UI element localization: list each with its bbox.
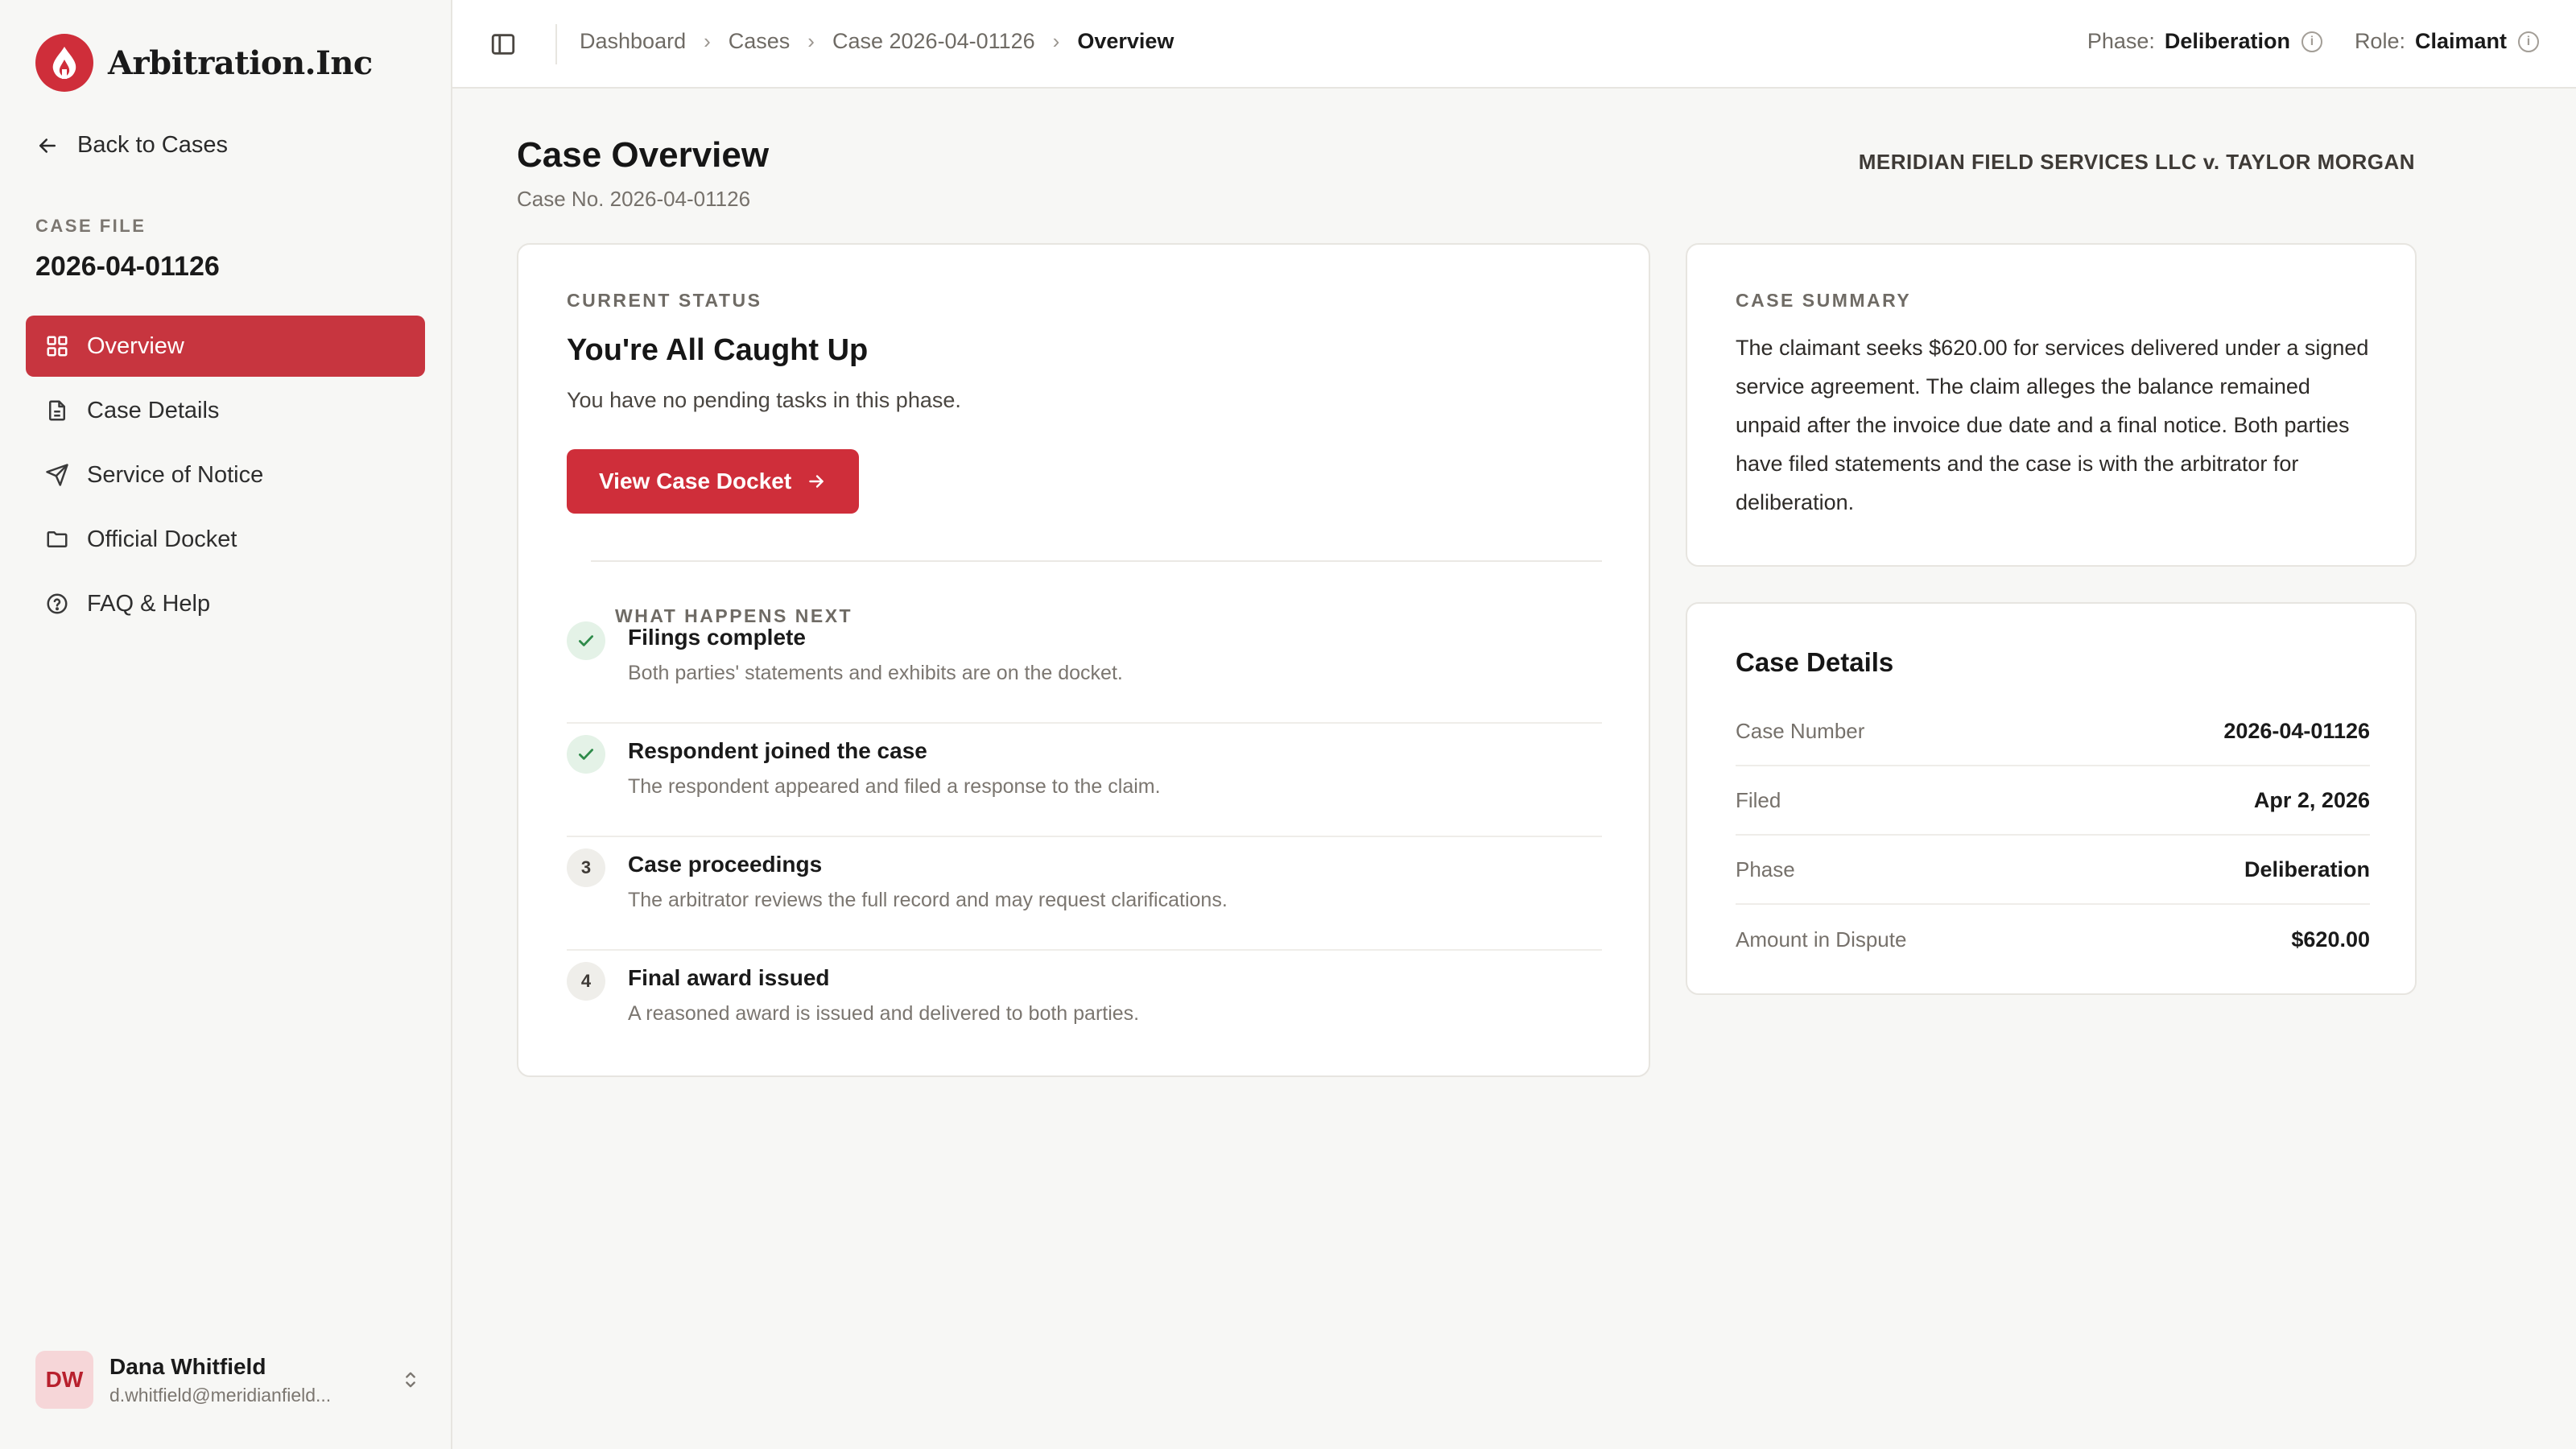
view-case-docket-label: View Case Docket <box>599 469 792 493</box>
case-file-label: CASE FILE <box>35 216 147 236</box>
detail-value: Deliberation <box>2244 857 2370 881</box>
list-item: 3 Case proceedings The arbitrator review… <box>567 837 1602 951</box>
case-details-card: Case Details Case Number 2026-04-01126 F… <box>1686 602 2417 995</box>
case-summary-text: The claimant seeks $620.00 for services … <box>1736 336 2369 514</box>
sidebar-nav: Overview Case Details Service of Notice … <box>26 316 425 638</box>
sidebar-item-label: Service of Notice <box>87 461 264 488</box>
detail-label: Phase <box>1736 857 1795 881</box>
current-status-card: CURRENT STATUS You're All Caught Up You … <box>517 243 1650 1077</box>
step-title: Case proceedings <box>628 852 823 877</box>
sidebar-item-service-of-notice[interactable]: Service of Notice <box>26 444 425 506</box>
detail-value: $620.00 <box>2291 927 2370 952</box>
breadcrumb-cases[interactable]: Cases <box>729 29 791 54</box>
sidebar-item-label: Overview <box>87 332 184 359</box>
send-icon <box>46 464 68 486</box>
sidebar-item-label: FAQ & Help <box>87 590 211 617</box>
phase-label: Phase: <box>2087 29 2155 53</box>
chevron-up-down-icon[interactable] <box>399 1368 422 1391</box>
step-title: Final award issued <box>628 965 830 990</box>
step-description: A reasoned award is issued and delivered… <box>628 1002 1140 1025</box>
user-menu[interactable]: DW Dana Whitfield d.whitfield@meridianfi… <box>35 1351 422 1409</box>
step-title: Respondent joined the case <box>628 738 927 763</box>
sidebar-item-faq-help[interactable]: FAQ & Help <box>26 573 425 634</box>
flame-logo-icon <box>35 34 93 92</box>
step-description: Both parties' statements and exhibits ar… <box>628 662 1123 684</box>
detail-label: Filed <box>1736 787 1781 812</box>
case-file-number: 2026-04-01126 <box>35 251 220 282</box>
sidebar-item-label: Official Docket <box>87 526 237 552</box>
sidebar-item-label: Case Details <box>87 397 220 423</box>
avatar: DW <box>35 1351 93 1409</box>
sidebar: Arbitration.Inc Back to Cases CASE FILE … <box>0 0 452 1449</box>
detail-value: 2026-04-01126 <box>2223 718 2370 743</box>
divider <box>591 560 1602 562</box>
summary-eyebrow: CASE SUMMARY <box>1736 290 1912 311</box>
chevron-right-icon: › <box>807 29 815 53</box>
back-to-cases-link[interactable]: Back to Cases <box>35 132 228 159</box>
step-description: The respondent appeared and filed a resp… <box>628 775 1161 798</box>
help-circle-icon <box>47 593 68 614</box>
app-logo[interactable]: Arbitration.Inc <box>35 34 373 92</box>
app-name: Arbitration.Inc <box>108 43 373 82</box>
sidebar-item-overview[interactable]: Overview <box>26 316 425 377</box>
grid-icon <box>47 336 68 357</box>
chevron-right-icon: › <box>1052 29 1060 53</box>
case-parties: MERIDIAN FIELD SERVICES LLC v. TAYLOR MO… <box>1858 150 2415 174</box>
detail-label: Case Number <box>1736 718 1865 743</box>
step-title: Filings complete <box>628 625 806 650</box>
case-number-subtitle: Case No. 2026-04-01126 <box>517 187 751 211</box>
user-email: d.whitfield@meridianfield... <box>109 1384 332 1406</box>
detail-row-phase: Phase Deliberation <box>1736 836 2370 905</box>
detail-value: Apr 2, 2026 <box>2253 787 2370 812</box>
role-value: Claimant <box>2414 29 2507 53</box>
toolbar-divider <box>555 24 557 64</box>
status-description: You have no pending tasks in this phase. <box>567 388 961 412</box>
detail-row-amount-in-dispute: Amount in Dispute $620.00 <box>1736 905 2370 974</box>
step-number-badge: 4 <box>567 962 605 1001</box>
detail-row-filed: Filed Apr 2, 2026 <box>1736 766 2370 836</box>
user-info: Dana Whitfield d.whitfield@meridianfield… <box>109 1354 399 1406</box>
case-meta: Phase: Deliberation i Role: Claimant i <box>2087 29 2539 54</box>
document-icon <box>49 400 65 421</box>
user-name: Dana Whitfield <box>109 1353 266 1379</box>
what-happens-next-header: WHAT HAPPENS NEXT <box>567 560 1602 626</box>
info-icon[interactable]: i <box>2301 31 2322 52</box>
sidebar-item-case-details[interactable]: Case Details <box>26 380 425 441</box>
page-title: Case Overview <box>517 135 770 175</box>
next-steps-list: Filings complete Both parties' statement… <box>567 610 1602 1064</box>
top-bar: Dashboard › Cases › Case 2026-04-01126 ›… <box>452 0 2576 89</box>
view-case-docket-button[interactable]: View Case Docket <box>567 449 860 514</box>
arrow-right-icon <box>809 475 824 488</box>
breadcrumb-dashboard[interactable]: Dashboard <box>580 29 686 54</box>
list-item: 4 Final award issued A reasoned award is… <box>567 951 1602 1064</box>
detail-label: Amount in Dispute <box>1736 927 1907 952</box>
list-item: Filings complete Both parties' statement… <box>567 610 1602 724</box>
step-number-badge: 3 <box>567 848 605 887</box>
list-item: Respondent joined the case The responden… <box>567 724 1602 837</box>
chevron-right-icon: › <box>704 29 711 53</box>
breadcrumb-current: Overview <box>1077 29 1174 53</box>
phase-value: Deliberation <box>2164 29 2290 53</box>
detail-row-case-number: Case Number 2026-04-01126 <box>1736 697 2370 766</box>
check-icon <box>567 621 605 660</box>
role-label: Role: <box>2354 29 2405 53</box>
sidebar-toggle-icon[interactable] <box>489 31 517 58</box>
breadcrumb-case[interactable]: Case 2026-04-01126 <box>832 29 1035 54</box>
breadcrumb: Dashboard › Cases › Case 2026-04-01126 ›… <box>580 29 1174 54</box>
case-details-list: Case Number 2026-04-01126 Filed Apr 2, 2… <box>1736 697 2370 974</box>
check-icon <box>567 735 605 774</box>
status-title: You're All Caught Up <box>567 333 869 367</box>
status-eyebrow: CURRENT STATUS <box>567 290 762 311</box>
step-description: The arbitrator reviews the full record a… <box>628 889 1228 911</box>
arrow-left-icon <box>39 138 56 153</box>
case-details-title: Case Details <box>1736 647 1894 677</box>
sidebar-item-official-docket[interactable]: Official Docket <box>26 509 425 570</box>
folder-icon <box>47 531 68 547</box>
info-icon[interactable]: i <box>2518 31 2539 52</box>
case-summary-card: CASE SUMMARY The claimant seeks $620.00 … <box>1686 243 2417 567</box>
back-to-cases-label: Back to Cases <box>77 132 228 158</box>
